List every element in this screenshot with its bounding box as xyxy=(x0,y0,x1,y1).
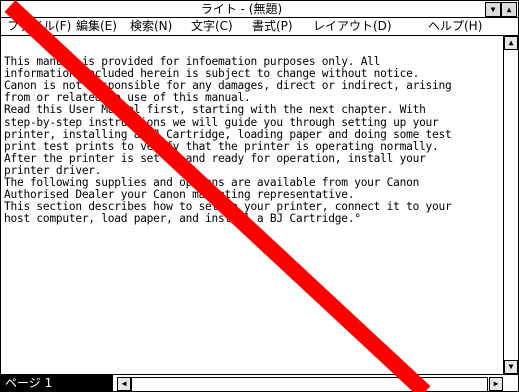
scroll-down-arrow-icon[interactable]: ▼ xyxy=(504,360,518,374)
menu-item[interactable]: レイアウト(D) xyxy=(313,18,392,35)
scroll-left-arrow-icon[interactable]: ◀ xyxy=(117,377,131,391)
menu-item[interactable]: ヘルプ(H) xyxy=(428,18,482,35)
window-title: ライト - (無題) xyxy=(200,2,283,16)
document-line: step-by-step instructions we will guide … xyxy=(4,115,439,129)
document-line: print test prints to verify that the pri… xyxy=(4,139,439,153)
document-line: After the printer is set up and ready fo… xyxy=(4,151,426,165)
minimize-button[interactable]: ▼ xyxy=(485,2,501,17)
document-text-area[interactable]: This manual is provided for infoemation … xyxy=(1,36,503,374)
document-line: Read this User Manual first, starting wi… xyxy=(4,103,426,117)
document-line: printer, installing a BJ Cartridge, load… xyxy=(4,127,452,141)
menu-item[interactable]: 文字(C) xyxy=(191,18,233,35)
page-indicator: ページ 1 xyxy=(1,375,113,391)
maximize-button[interactable]: ▲ xyxy=(501,2,517,17)
menu-item[interactable]: 編集(E) xyxy=(76,18,117,35)
title-bar[interactable]: ライト - (無題) ▼ ▲ xyxy=(1,1,518,18)
status-bar: ページ 1 ◀ ▶ xyxy=(1,374,518,391)
menu-bar: ファイル(F) 編集(E) 検索(N) 文字(C) 書式(P) レイアウト(D) ヘルプ(H… xyxy=(1,18,518,36)
horizontal-scrollbar-track[interactable] xyxy=(131,377,488,391)
scroll-up-arrow-icon[interactable]: ▲ xyxy=(504,36,518,50)
menu-item[interactable]: ファイル(F) xyxy=(7,18,71,35)
vertical-scrollbar[interactable]: ▲ ▼ xyxy=(503,36,518,374)
menu-item[interactable]: 検索(N) xyxy=(130,18,172,35)
menu-item[interactable]: 書式(P) xyxy=(252,18,293,35)
scroll-right-arrow-icon[interactable]: ▶ xyxy=(489,377,503,391)
write-application-window: ライト - (無題) ▼ ▲ ファイル(F) 編集(E) 検索(N) 文字(C) 書式(… xyxy=(0,0,519,392)
document-line: host computer, load paper, and install a… xyxy=(4,212,361,226)
